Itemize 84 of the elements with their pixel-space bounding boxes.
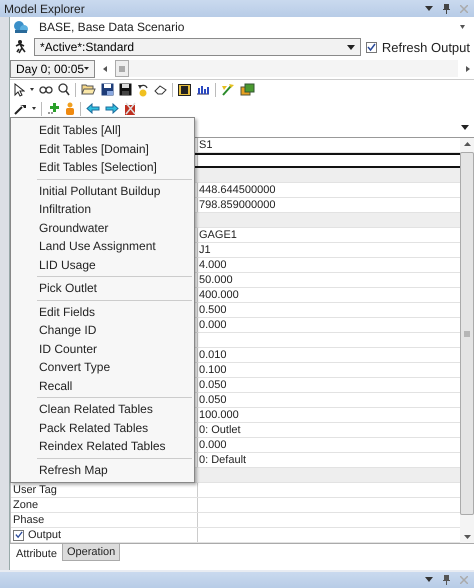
panel-title: Model Explorer: [4, 2, 86, 16]
scenario-icon: [13, 20, 29, 34]
left-arrow-icon[interactable]: [86, 103, 100, 114]
menu-item[interactable]: Edit Tables [All]: [11, 121, 194, 140]
table-cell[interactable]: 400.000: [199, 289, 239, 301]
open-folder-icon[interactable]: [81, 83, 96, 96]
caret-icon[interactable]: [30, 88, 34, 91]
menu-item[interactable]: ID Counter: [11, 340, 194, 358]
menu-item[interactable]: LID Usage: [11, 256, 194, 274]
right-arrow-icon[interactable]: [105, 103, 119, 114]
caret-icon[interactable]: [32, 107, 36, 110]
caret-icon[interactable]: [84, 66, 89, 71]
table-cell: Phase: [13, 514, 44, 526]
time-slider-thumb[interactable]: [115, 60, 129, 77]
right-arrow-icon[interactable]: [466, 66, 470, 72]
pointer-icon[interactable]: [14, 82, 25, 96]
table-cell[interactable]: 50.000: [199, 274, 233, 286]
menu-item[interactable]: Change ID: [11, 321, 194, 340]
scrollbar[interactable]: [460, 138, 474, 543]
time-dropdown[interactable]: Day 0; 00:05: [10, 60, 95, 78]
output-checkbox[interactable]: Output: [13, 529, 62, 541]
binoculars-icon[interactable]: [39, 84, 53, 94]
table-cell[interactable]: 4.000: [199, 259, 227, 271]
pin-icon[interactable]: [443, 4, 450, 14]
scroll-down-icon[interactable]: [464, 535, 470, 539]
table-cell[interactable]: J1: [199, 244, 211, 256]
mode-dropdown[interactable]: *Active*:Standard: [34, 38, 361, 56]
save-icon[interactable]: [119, 83, 132, 96]
scenario-dropdown[interactable]: BASE, Base Data Scenario: [34, 18, 470, 36]
table-cell[interactable]: 0.500: [199, 304, 227, 316]
undo-icon[interactable]: [137, 82, 149, 96]
dropdown-icon[interactable]: [425, 577, 433, 583]
save-icon[interactable]: [101, 83, 114, 96]
tab[interactable]: Operation: [62, 544, 120, 561]
menu-item[interactable]: Convert Type: [11, 358, 194, 376]
menu-item[interactable]: Pack Related Tables: [11, 418, 194, 437]
menu-item[interactable]: Edit Tables [Domain]: [11, 140, 194, 158]
table-cell[interactable]: 0: Default: [199, 454, 246, 466]
layers-icon[interactable]: [240, 83, 255, 96]
table-icon[interactable]: [178, 84, 191, 96]
time-slider[interactable]: [115, 60, 458, 77]
tools-icon[interactable]: [124, 102, 137, 116]
table-cell[interactable]: 0.050: [199, 379, 227, 391]
table-cell[interactable]: 798.859000000: [199, 199, 276, 211]
menu-item[interactable]: Clean Related Tables: [11, 400, 194, 418]
menu-item[interactable]: Recall: [11, 376, 194, 395]
search-icon[interactable]: [58, 83, 70, 96]
table-cell[interactable]: 0.000: [199, 439, 227, 451]
table-cell[interactable]: 0.010: [199, 349, 227, 361]
table-cell[interactable]: GAGE1: [199, 229, 237, 241]
table-cell[interactable]: 0.000: [199, 319, 227, 331]
scroll-up-icon[interactable]: [464, 142, 470, 146]
menu-item[interactable]: Pick Outlet: [11, 279, 194, 298]
caret-icon[interactable]: [461, 125, 469, 130]
menu-item[interactable]: Reindex Related Tables: [11, 437, 194, 456]
refresh-output-checkbox[interactable]: Refresh Output: [366, 40, 470, 54]
left-arrow-icon[interactable]: [103, 66, 107, 72]
menu-item[interactable]: Initial Pollutant Buildup: [11, 182, 194, 200]
wand-icon[interactable]: [221, 83, 235, 96]
hammer-icon[interactable]: [14, 102, 27, 114]
eraser-icon[interactable]: [154, 84, 167, 94]
menu-item[interactable]: Land Use Assignment: [11, 237, 194, 256]
caret-icon[interactable]: [460, 24, 465, 28]
menu-item[interactable]: Infiltration: [11, 200, 194, 218]
bar-chart-icon[interactable]: [196, 84, 210, 95]
table-cell[interactable]: 0.050: [199, 394, 227, 406]
table-cell: User Tag: [13, 484, 57, 496]
menu-item[interactable]: Groundwater: [11, 218, 194, 237]
menu-item[interactable]: Edit Tables [Selection]: [11, 158, 194, 176]
checkmark-icon: [14, 531, 22, 539]
table-cell[interactable]: 0.100: [199, 364, 227, 376]
table-cell[interactable]: S1: [199, 139, 212, 151]
pin-icon[interactable]: [443, 575, 450, 585]
menu-item[interactable]: Edit Fields: [11, 302, 194, 321]
caret-icon[interactable]: [346, 44, 355, 50]
table-cell: Zone: [13, 499, 38, 511]
table-cell[interactable]: 100.000: [199, 409, 239, 421]
table-cell[interactable]: 0: Outlet: [199, 424, 241, 436]
checkmark-icon: [366, 42, 376, 52]
add-node-icon[interactable]: [47, 102, 60, 115]
menu-item[interactable]: Refresh Map: [11, 460, 194, 479]
table-cell[interactable]: 448.644500000: [199, 184, 276, 196]
dropdown-icon[interactable]: [425, 6, 433, 12]
grip-icon: [464, 330, 470, 336]
